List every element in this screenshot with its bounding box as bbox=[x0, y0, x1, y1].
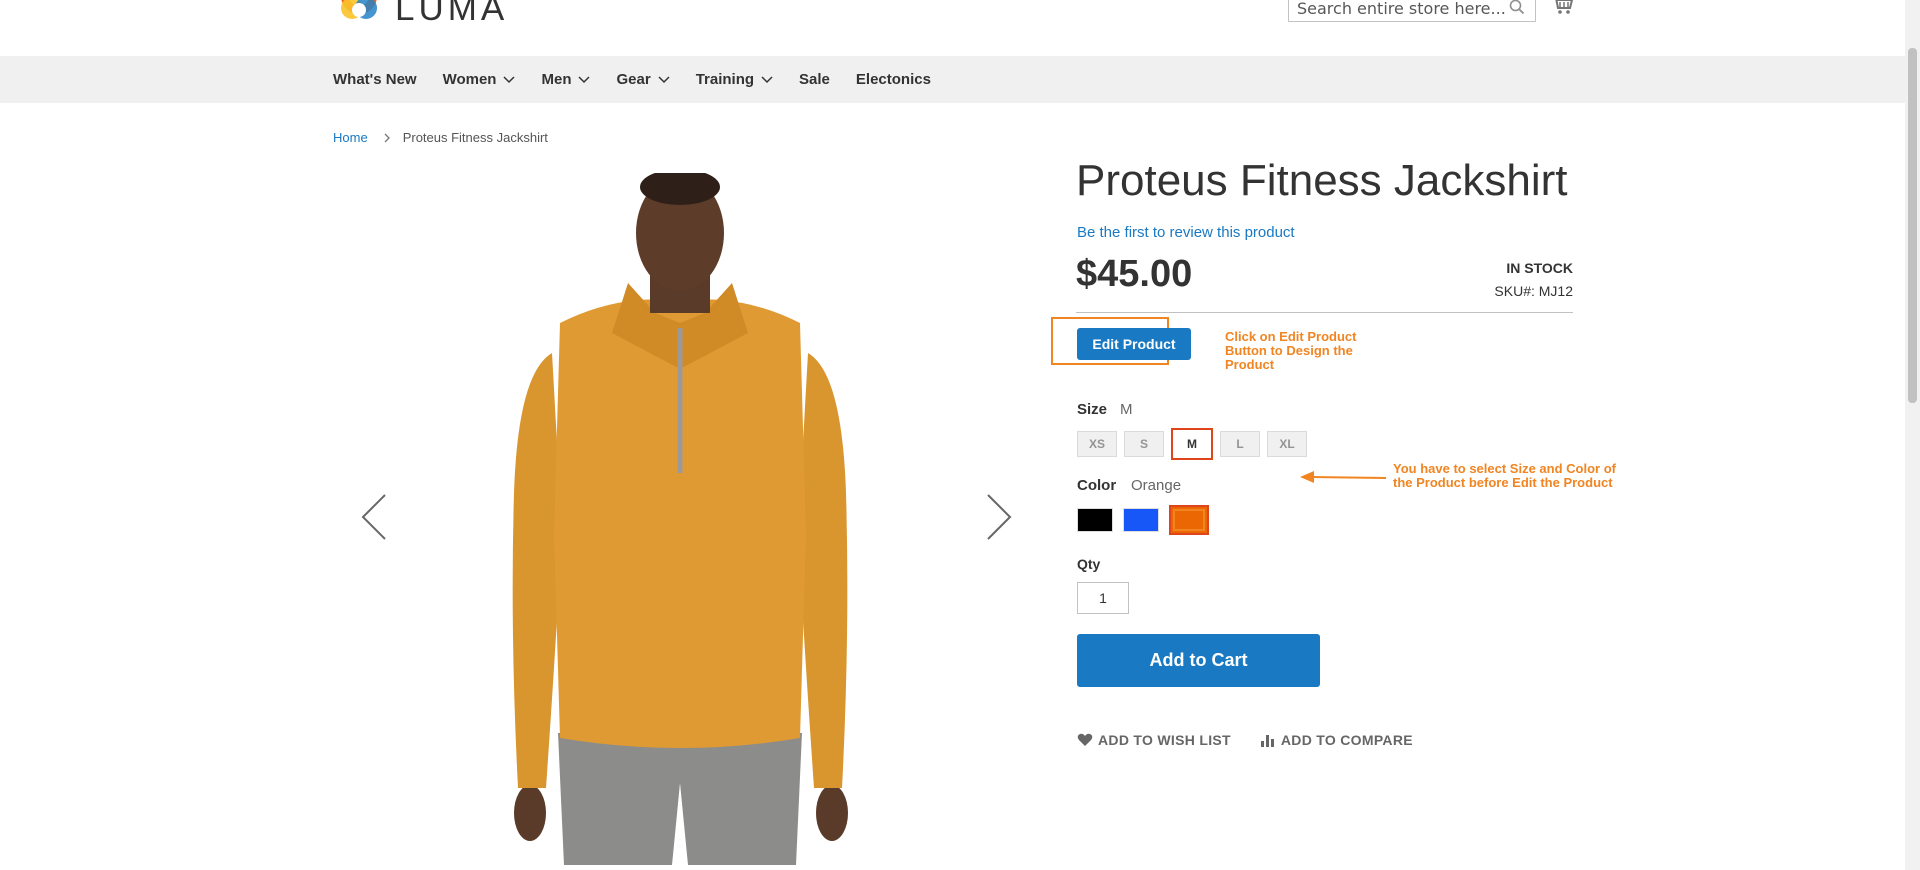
breadcrumb-home-link[interactable]: Home bbox=[333, 130, 368, 145]
compare-chart-icon bbox=[1260, 735, 1274, 747]
qty-label: Qty bbox=[1077, 556, 1101, 572]
search-box[interactable] bbox=[1288, 0, 1536, 22]
heart-icon bbox=[1077, 733, 1093, 746]
scrollbar-thumb[interactable] bbox=[1908, 48, 1917, 403]
qty-input[interactable] bbox=[1077, 582, 1129, 614]
color-option-blue[interactable] bbox=[1123, 508, 1159, 532]
size-selected-value: M bbox=[1120, 401, 1133, 418]
size-label: Size bbox=[1077, 401, 1108, 418]
nav-item-sale[interactable]: Sale bbox=[799, 71, 830, 88]
nav-item-women[interactable]: Women bbox=[443, 71, 516, 88]
logo-mark-icon bbox=[341, 0, 377, 19]
wish-list-label: ADD TO WISH LIST bbox=[1098, 732, 1231, 748]
chevron-down-icon bbox=[578, 75, 591, 83]
chevron-down-icon bbox=[761, 75, 773, 83]
color-option-black[interactable] bbox=[1077, 508, 1113, 532]
edit-product-button[interactable]: Edit Product bbox=[1077, 328, 1191, 360]
product-actions: ADD TO WISH LIST ADD TO COMPARE bbox=[1077, 732, 1442, 748]
nav-item-men[interactable]: Men bbox=[541, 71, 591, 88]
breadcrumb: Home Proteus Fitness Jackshirt bbox=[333, 130, 548, 145]
search-icon[interactable] bbox=[1509, 0, 1525, 15]
previous-image-arrow-icon[interactable] bbox=[360, 493, 388, 541]
chevron-down-icon bbox=[658, 75, 670, 83]
logo-text: LUMA bbox=[395, 0, 509, 28]
color-selected-value: Orange bbox=[1131, 477, 1182, 494]
color-option-orange[interactable] bbox=[1169, 505, 1209, 535]
search-input[interactable] bbox=[1289, 0, 1515, 18]
next-image-arrow-icon[interactable] bbox=[985, 493, 1013, 541]
annotation-select-note: You have to select Size and Color of the… bbox=[1393, 461, 1616, 490]
product-image[interactable] bbox=[500, 173, 860, 865]
navigation-bar: What's New Women Men Gear Training Sale … bbox=[0, 56, 1905, 103]
nav-item-electonics[interactable]: Electonics bbox=[856, 71, 931, 88]
stock-status: IN STOCK bbox=[1506, 260, 1573, 276]
product-title: Proteus Fitness Jackshirt bbox=[1076, 156, 1568, 205]
size-option-l[interactable]: L bbox=[1220, 431, 1260, 457]
size-option-s[interactable]: S bbox=[1124, 431, 1164, 457]
nav-item-label: Sale bbox=[799, 71, 830, 88]
annotation-arrow-icon bbox=[1300, 471, 1387, 483]
compare-label: ADD TO COMPARE bbox=[1280, 732, 1413, 748]
breadcrumb-current: Proteus Fitness Jackshirt bbox=[402, 130, 548, 145]
add-to-wish-list-link[interactable]: ADD TO WISH LIST bbox=[1077, 732, 1231, 748]
color-options bbox=[1077, 505, 1219, 535]
divider bbox=[1076, 312, 1573, 313]
review-link[interactable]: Be the first to review this product bbox=[1077, 224, 1295, 241]
size-options: XS S M L XL bbox=[1077, 428, 1314, 460]
chevron-right-icon bbox=[384, 133, 390, 142]
main-menu: What's New Women Men Gear Training Sale … bbox=[333, 56, 957, 103]
nav-item-label: Electonics bbox=[855, 71, 931, 88]
luma-logo[interactable]: LUMA bbox=[333, 0, 508, 32]
annotation-edit-note: Click on Edit Product Button to Design t… bbox=[1225, 329, 1357, 372]
add-to-cart-button[interactable]: Add to Cart bbox=[1077, 634, 1320, 687]
color-label: Color bbox=[1077, 477, 1117, 494]
nav-item-label: Training bbox=[695, 71, 755, 88]
size-option-xl[interactable]: XL bbox=[1267, 431, 1307, 457]
cart-icon[interactable] bbox=[1552, 0, 1574, 16]
nav-item-whats-new[interactable]: What's New bbox=[333, 71, 417, 88]
size-option-xs[interactable]: XS bbox=[1077, 431, 1117, 457]
chevron-down-icon bbox=[503, 75, 516, 83]
product-gallery bbox=[340, 165, 1020, 865]
nav-item-gear[interactable]: Gear bbox=[616, 71, 670, 88]
nav-item-label: Women bbox=[442, 71, 497, 88]
size-option-m[interactable]: M bbox=[1171, 428, 1213, 460]
product-price: $45.00 bbox=[1076, 253, 1193, 295]
product-sku: SKU#: MJ12 bbox=[1494, 283, 1573, 299]
nav-item-label: Gear bbox=[616, 71, 651, 88]
nav-item-training[interactable]: Training bbox=[696, 71, 773, 88]
add-to-compare-link[interactable]: ADD TO COMPARE bbox=[1260, 732, 1413, 748]
nav-item-label: What's New bbox=[333, 71, 417, 88]
nav-item-label: Men bbox=[541, 71, 572, 88]
